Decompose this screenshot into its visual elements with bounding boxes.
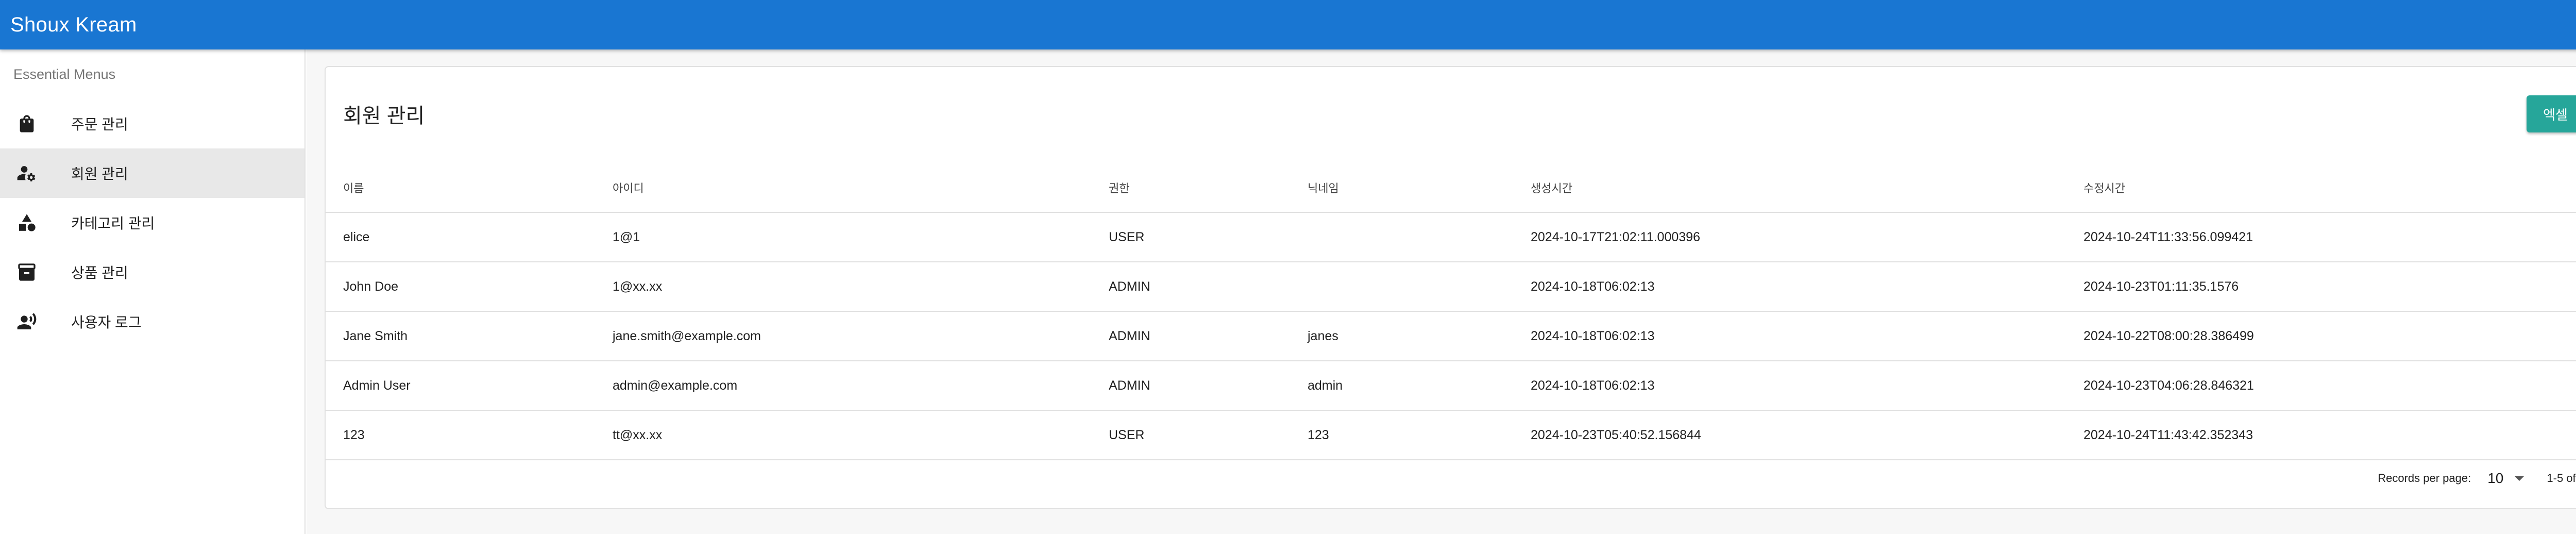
excel-export-button[interactable]: 엑셀	[2527, 95, 2576, 132]
sidebar-item-user-logs[interactable]: 사용자 로그	[0, 297, 304, 346]
page-range-text: 1-5 of 5	[2547, 472, 2576, 485]
category-shapes-icon	[15, 211, 38, 234]
cell-role: ADMIN	[1091, 361, 1290, 411]
cell-id: admin@example.com	[595, 361, 1091, 411]
column-header-created-at[interactable]: 생성시간	[1513, 163, 2066, 213]
table-row[interactable]: Admin User admin@example.com ADMIN admin…	[326, 361, 2576, 411]
cell-nickname: admin	[1290, 361, 1513, 411]
cell-nickname	[1290, 262, 1513, 312]
sidebar-item-label: 사용자 로그	[71, 314, 142, 330]
members-table: 이름 아이디 권한 닉네임 생성시간 수정시간 elice 1@1 USER 2…	[326, 163, 2576, 460]
cell-name: Admin User	[326, 361, 595, 411]
cell-name: Jane Smith	[326, 311, 595, 361]
sidebar-item-label: 상품 관리	[71, 265, 128, 281]
cell-role: ADMIN	[1091, 262, 1290, 312]
cell-name: John Doe	[326, 262, 595, 312]
main-content: 회원 관리 엑셀 이름 아이디 권한 닉네임 생성시간 수정시간 elice 1…	[307, 49, 2576, 534]
cell-created-at: 2024-10-18T06:02:13	[1513, 311, 2066, 361]
cell-id: 1@1	[595, 212, 1091, 262]
cell-created-at: 2024-10-18T06:02:13	[1513, 361, 2066, 411]
column-header-id[interactable]: 아이디	[595, 163, 1091, 213]
sidebar-item-label: 주문 관리	[71, 116, 128, 132]
sidebar-item-orders[interactable]: 주문 관리	[0, 99, 304, 148]
cell-id: jane.smith@example.com	[595, 311, 1091, 361]
cell-name: elice	[326, 212, 595, 262]
sidebar-item-members[interactable]: 회원 관리	[0, 148, 304, 198]
table-header-row: 이름 아이디 권한 닉네임 생성시간 수정시간	[326, 163, 2576, 213]
sidebar-item-label: 회원 관리	[71, 166, 128, 182]
cell-id: tt@xx.xx	[595, 410, 1091, 460]
app-title: Shoux Kream	[10, 13, 137, 36]
cell-updated-at: 2024-10-24T11:43:42.352343	[2066, 410, 2576, 460]
table-row[interactable]: elice 1@1 USER 2024-10-17T21:02:11.00039…	[326, 212, 2576, 262]
column-header-updated-at[interactable]: 수정시간	[2066, 163, 2576, 213]
cell-updated-at: 2024-10-24T11:33:56.099421	[2066, 212, 2576, 262]
records-per-page-select[interactable]: 10	[2487, 470, 2524, 487]
cell-updated-at: 2024-10-22T08:00:28.386499	[2066, 311, 2576, 361]
chevron-down-icon	[2515, 476, 2524, 481]
table-row[interactable]: Jane Smith jane.smith@example.com ADMIN …	[326, 311, 2576, 361]
cell-role: ADMIN	[1091, 311, 1290, 361]
cell-updated-at: 2024-10-23T04:06:28.846321	[2066, 361, 2576, 411]
cell-nickname: janes	[1290, 311, 1513, 361]
sidebar-item-products[interactable]: 상품 관리	[0, 247, 304, 297]
record-voice-icon	[15, 310, 38, 333]
column-header-name[interactable]: 이름	[326, 163, 595, 213]
sidebar-item-categories[interactable]: 카테고리 관리	[0, 198, 304, 247]
column-header-nickname[interactable]: 닉네임	[1290, 163, 1513, 213]
cell-role: USER	[1091, 410, 1290, 460]
app-bar: Shoux Kream	[0, 0, 2576, 49]
cell-created-at: 2024-10-18T06:02:13	[1513, 262, 2066, 312]
cell-created-at: 2024-10-17T21:02:11.000396	[1513, 212, 2066, 262]
column-header-role[interactable]: 권한	[1091, 163, 1290, 213]
records-per-page-value: 10	[2487, 470, 2504, 486]
table-row[interactable]: John Doe 1@xx.xx ADMIN 2024-10-18T06:02:…	[326, 262, 2576, 312]
page-title: 회원 관리	[343, 105, 425, 127]
cell-id: 1@xx.xx	[595, 262, 1091, 312]
cell-nickname: 123	[1290, 410, 1513, 460]
cell-updated-at: 2024-10-23T01:11:35.1576	[2066, 262, 2576, 312]
table-row[interactable]: 123 tt@xx.xx USER 123 2024-10-23T05:40:5…	[326, 410, 2576, 460]
sidebar-item-label: 카테고리 관리	[71, 215, 155, 231]
members-card: 회원 관리 엑셀 이름 아이디 권한 닉네임 생성시간 수정시간 elice 1…	[325, 66, 2576, 509]
cell-nickname	[1290, 212, 1513, 262]
records-per-page-label: Records per page:	[2378, 472, 2471, 485]
sidebar: Essential Menus 주문 관리 회원 관리 카테고리 관리 상품 관…	[0, 49, 306, 534]
inventory-box-icon	[15, 261, 38, 283]
shopping-bag-icon	[15, 112, 38, 135]
cell-name: 123	[326, 410, 595, 460]
manage-accounts-icon	[15, 162, 38, 185]
table-pagination: Records per page: 10 1-5 of 5	[2378, 467, 2576, 490]
sidebar-section-label: Essential Menus	[13, 66, 116, 82]
cell-role: USER	[1091, 212, 1290, 262]
cell-created-at: 2024-10-23T05:40:52.156844	[1513, 410, 2066, 460]
